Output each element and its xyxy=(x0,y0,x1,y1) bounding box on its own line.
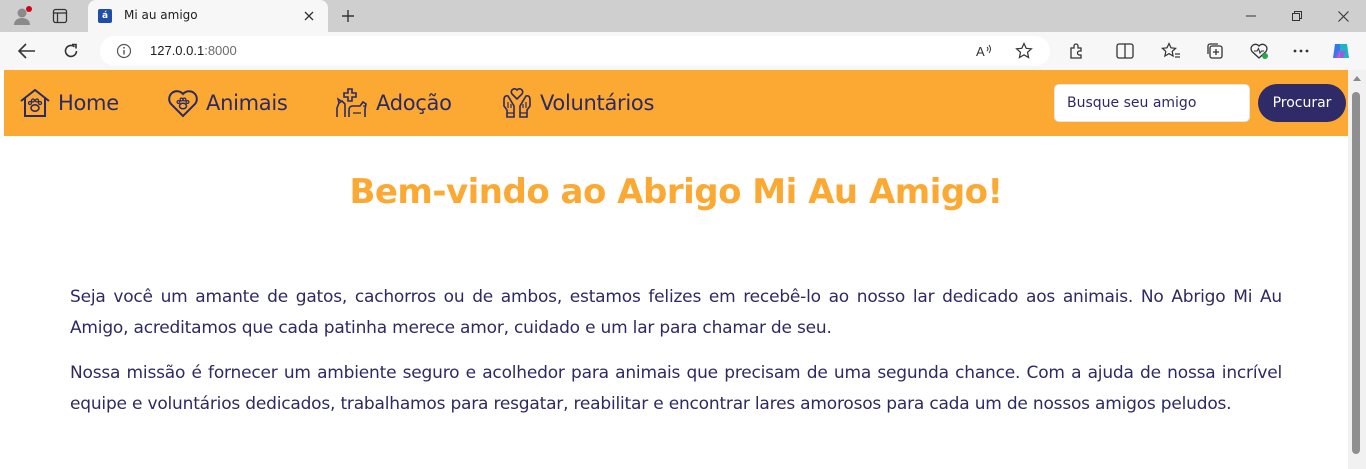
browser-tab[interactable]: á Mi au amigo xyxy=(88,0,328,32)
url-text[interactable]: 127.0.0.1:8000 xyxy=(150,43,237,58)
address-bar[interactable]: 127.0.0.1:8000 A xyxy=(100,36,1050,66)
tab-title: Mi au amigo xyxy=(124,8,198,22)
address-toolbar: 127.0.0.1:8000 A xyxy=(0,32,1366,70)
mission-paragraph: Nossa missão é fornecer um ambiente segu… xyxy=(70,363,1282,414)
nav-animais-label: Animais xyxy=(206,91,288,115)
hands-heart-icon xyxy=(503,88,531,118)
pets-cross-icon xyxy=(336,88,367,117)
search-button[interactable]: Procurar xyxy=(1258,84,1346,122)
more-options-icon[interactable] xyxy=(1290,41,1312,61)
favorites-icon[interactable] xyxy=(1160,41,1182,61)
search-input[interactable] xyxy=(1054,84,1250,122)
reload-icon[interactable] xyxy=(58,39,84,63)
browser-essentials-icon[interactable] xyxy=(1248,41,1270,61)
scroll-up-arrow-icon[interactable] xyxy=(1353,76,1361,81)
profile-avatar-icon[interactable] xyxy=(10,4,34,28)
extensions-icon[interactable] xyxy=(1066,41,1088,61)
nav-home-label: Home xyxy=(58,91,119,115)
collections-icon[interactable] xyxy=(1204,41,1226,61)
house-paw-icon xyxy=(20,88,50,117)
site-info-icon[interactable] xyxy=(116,43,132,59)
page-viewport: Home Animais Adoção Voluntários Busque s… xyxy=(4,70,1348,469)
svg-text:A: A xyxy=(976,44,985,59)
page-title: Bem-vindo ao Abrigo Mi Au Amigo! xyxy=(349,172,1003,212)
page-scrollbar[interactable] xyxy=(1348,70,1366,469)
browser-tab-strip: á Mi au amigo xyxy=(0,0,1366,32)
restore-icon[interactable] xyxy=(1274,0,1320,32)
intro-paragraph: Seja você um amante de gatos, cachorros … xyxy=(70,287,1282,338)
favorite-star-icon[interactable] xyxy=(1014,41,1034,61)
close-window-icon[interactable] xyxy=(1320,0,1366,32)
scroll-thumb[interactable] xyxy=(1352,92,1360,454)
new-tab-button[interactable] xyxy=(336,4,360,28)
nav-voluntarios-label: Voluntários xyxy=(540,91,655,115)
minimize-icon[interactable] xyxy=(1228,0,1274,32)
nav-home[interactable]: Home xyxy=(18,86,119,120)
tab-favicon-icon: á xyxy=(98,9,112,23)
split-screen-icon[interactable] xyxy=(1114,41,1136,61)
close-tab-icon[interactable] xyxy=(300,7,318,25)
nav-adocao[interactable]: Adoção xyxy=(334,86,452,120)
nav-adocao-label: Adoção xyxy=(376,91,452,115)
nav-animais[interactable]: Animais xyxy=(166,86,288,120)
nav-voluntarios[interactable]: Voluntários xyxy=(500,86,654,120)
read-aloud-icon[interactable]: A xyxy=(974,41,994,61)
copilot-icon[interactable] xyxy=(1330,41,1352,61)
back-icon[interactable] xyxy=(14,39,40,63)
tab-actions-icon[interactable] xyxy=(48,4,72,28)
heart-paw-icon xyxy=(168,90,198,118)
site-navbar: Home Animais Adoção Voluntários Busque s… xyxy=(4,70,1348,136)
